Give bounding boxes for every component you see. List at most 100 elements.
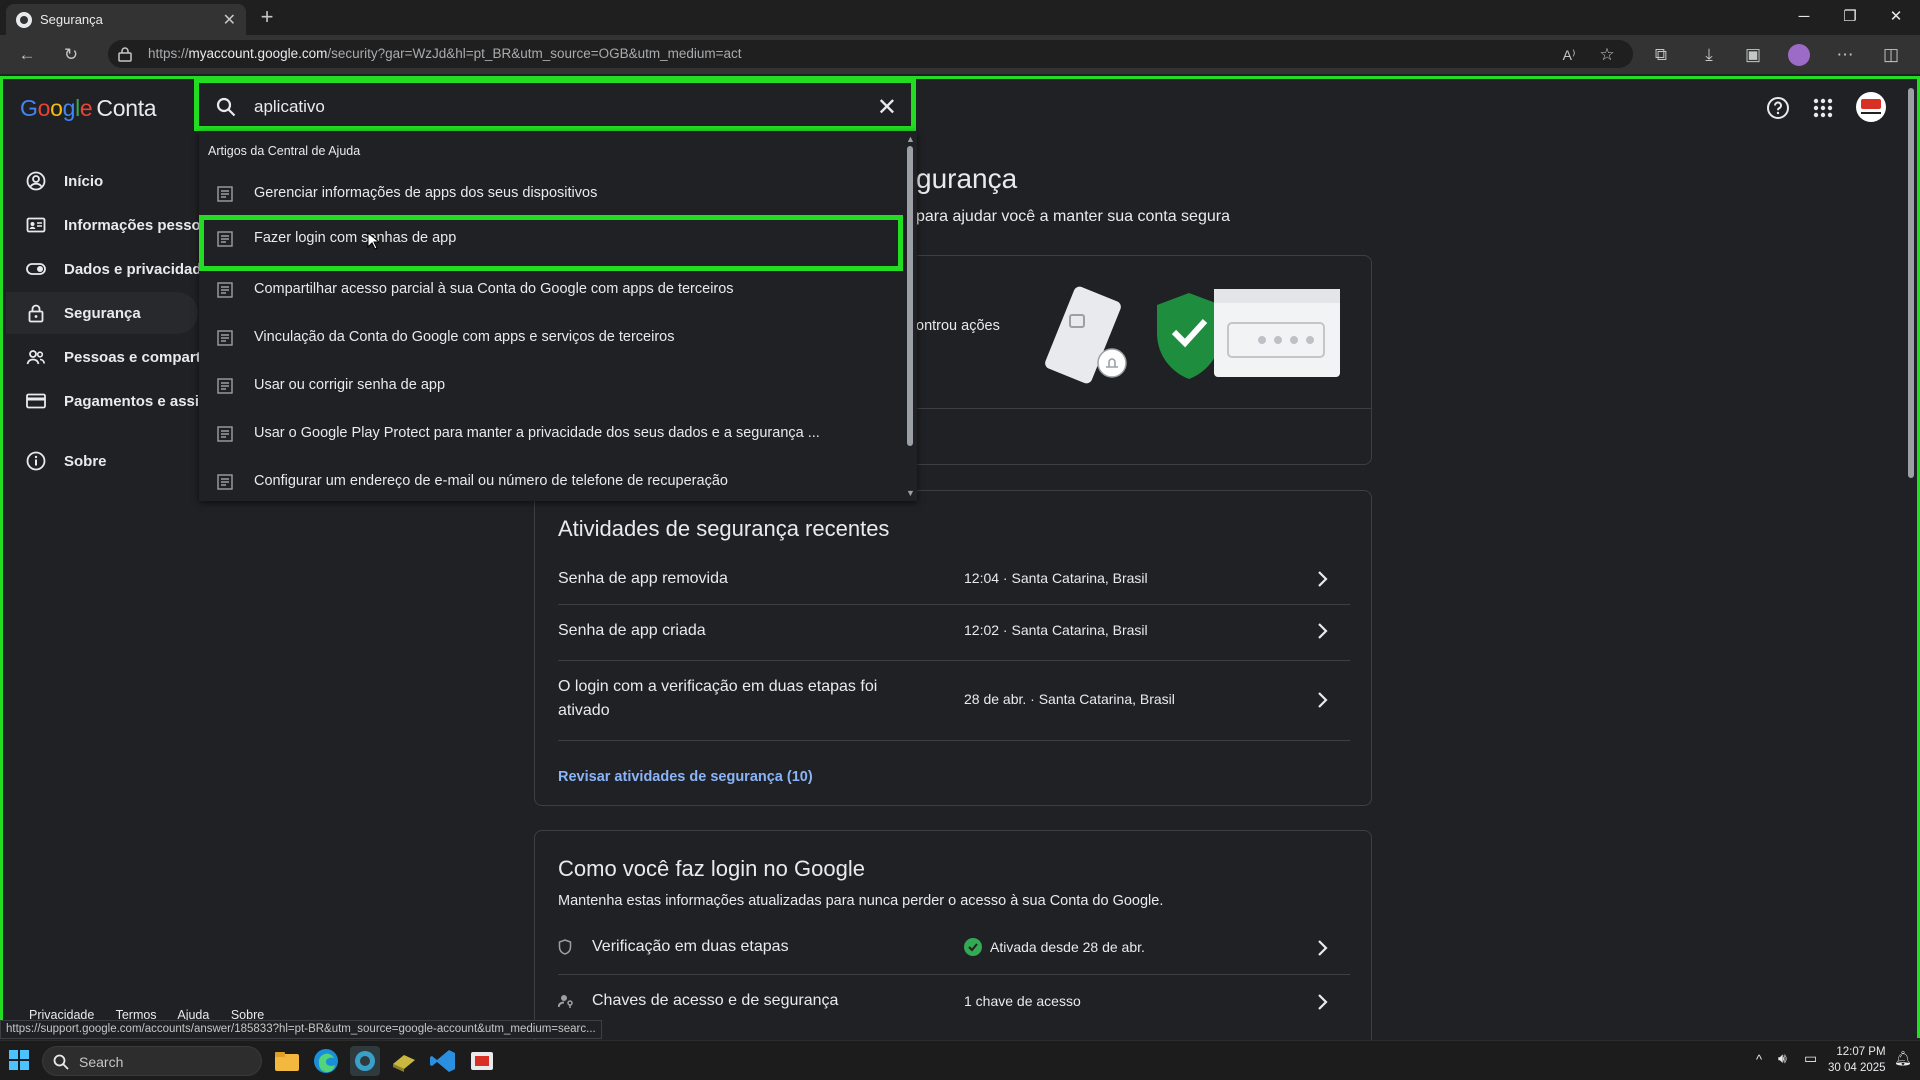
page-scrollbar[interactable] [1906,80,1916,1038]
search-input[interactable]: aplicativo ✕ [194,78,916,131]
recent-security-activity-card: Atividades de segurança recentes Senha d… [534,490,1372,806]
product-name: Conta [96,95,157,121]
sidebar-item-label: Informações pessoais [64,217,204,234]
page-title: gurança [916,163,1018,194]
signin-row-2-step-verification[interactable]: Verificação em duas etapas Ativada desde… [558,921,1350,975]
activity-meta: 12:02 · Santa Catarina, Brasil [964,622,1148,638]
logo-letter: o [37,95,51,121]
clear-search-icon[interactable]: ✕ [877,93,897,122]
extensions-icon[interactable]: ⧉ [1648,42,1674,68]
sidebar-item-label: Pagamentos e assinaturas [64,393,204,410]
toggle-icon [26,263,46,275]
taskbar-search[interactable]: Search [42,1046,262,1076]
clock-time: 12:07 PM [1836,1046,1886,1058]
sidebar-item-label: Dados e privacidade [64,261,204,278]
activity-label: O login com a verificação em duas etapas… [558,678,878,695]
page-subtitle: para ajudar você a manter sua conta segu… [916,208,1230,225]
sidebar-item-sobre[interactable]: Sobre [6,440,198,482]
minimize-button[interactable]: ─ [1784,4,1824,30]
edge-browser-icon[interactable] [311,1046,341,1076]
reload-icon[interactable]: ↻ [58,42,84,68]
activity-row-app-password-removed[interactable]: Senha de app removida 12:04 · Santa Cata… [558,555,1350,605]
tray-chevron-icon[interactable]: ^ [1756,1052,1762,1067]
google-favicon-icon [16,12,32,28]
sidebar-item-inicio[interactable]: Início [6,160,198,202]
activity-row-app-password-created[interactable]: Senha de app criada 12:02 · Santa Catari… [558,605,1350,661]
profile-avatar-icon[interactable] [1786,42,1812,68]
collections-icon[interactable]: ▣ [1740,42,1766,68]
site-info-lock-icon[interactable] [118,46,132,62]
new-tab-button[interactable]: + [254,4,280,30]
sidebar-item-pessoas-compartilhamento[interactable]: Pessoas e compartilhamento [6,336,204,378]
suggestion-item-highlighted[interactable]: Fazer login com senhas de app [199,215,903,271]
dropdown-scrollbar[interactable]: ▲ ▼ [905,134,915,498]
windows-start-icon[interactable] [9,1050,29,1070]
app-icon[interactable] [389,1046,419,1076]
search-query: aplicativo [254,97,325,116]
back-arrow-icon[interactable]: ← [14,42,40,68]
volume-icon[interactable]: 🔊︎ [1778,1050,1787,1067]
logo-letter: g [62,95,76,121]
favorite-star-icon[interactable]: ☆ [1594,42,1620,68]
activity-meta: 28 de abr. · Santa Catarina, Brasil [964,691,1175,707]
suggestion-item[interactable]: Vinculação da Conta do Google com apps e… [199,314,903,362]
passkey-icon [558,995,573,1008]
suggestion-item[interactable]: Configurar um endereço de e-mail ou núme… [199,458,903,501]
account-circle-icon [26,171,46,191]
suggestion-text: Fazer login com senhas de app [254,230,457,246]
read-aloud-icon[interactable]: A⁾ [1556,42,1582,68]
sidebar-toggle-icon[interactable]: ◫ [1878,42,1904,68]
url-text: https://myaccount.google.com/security?ga… [148,46,742,61]
suggestion-item[interactable]: Compartilhar acesso parcial à sua Conta … [199,266,903,314]
restore-button[interactable]: ❐ [1830,4,1870,30]
suggestion-item[interactable]: Usar o Google Play Protect para manter a… [199,410,903,458]
taskbar-clock[interactable]: 12:07 PM 30 04 2025 [1828,1044,1886,1076]
chevron-right-icon [1318,994,1328,1010]
app-window-icon[interactable] [467,1046,497,1076]
downloads-icon[interactable]: ⤓ [1696,42,1722,68]
search-icon [53,1054,69,1070]
article-icon [217,330,233,346]
edge-active-icon[interactable] [350,1046,380,1076]
google-account-logo[interactable]: Google Conta [20,95,157,122]
sidebar-item-seguranca[interactable]: Segurança [6,292,198,334]
id-card-icon [26,217,46,233]
people-icon [26,350,46,365]
suggestion-text: Gerenciar informações de apps dos seus d… [254,185,598,201]
info-icon [26,451,46,471]
sidebar-item-pagamentos[interactable]: Pagamentos e assinaturas [6,380,204,422]
card-title: Como você faz login no Google [558,856,865,881]
account-avatar[interactable] [1855,91,1887,123]
article-icon [217,282,233,298]
scroll-down-icon[interactable]: ▼ [906,488,915,498]
tab-close-icon[interactable]: ✕ [223,10,236,30]
chevron-right-icon [1318,692,1328,708]
signin-row-passkeys[interactable]: Chaves de acesso e de segurança 1 chave … [558,975,1350,1029]
search-suggestions-dropdown: Artigos da Central de Ajuda ▲ ▼ Gerencia… [199,131,917,501]
card-title: Atividades de segurança recentes [558,516,890,541]
help-icon[interactable] [1765,95,1791,121]
suggestion-text: Vinculação da Conta do Google com apps e… [254,329,675,345]
address-bar[interactable]: https://myaccount.google.com/security?ga… [108,40,1633,68]
file-explorer-icon[interactable] [272,1046,302,1076]
close-window-button[interactable]: ✕ [1876,4,1916,30]
review-security-activity-link[interactable]: Revisar atividades de segurança (10) [558,769,813,785]
more-menu-icon[interactable]: ⋯ [1832,42,1858,68]
scrollbar-thumb[interactable] [1908,88,1914,478]
browser-tab[interactable]: Segurança ✕ [6,4,246,35]
sidebar-item-dados-privacidade[interactable]: Dados e privacidade [6,248,204,290]
notification-bell-icon[interactable]: 🔔︎ [1894,1050,1912,1067]
scroll-up-icon[interactable]: ▲ [906,134,915,144]
chevron-right-icon [1318,571,1328,587]
apps-grid-icon[interactable] [1810,95,1836,121]
vscode-icon[interactable] [428,1046,458,1076]
signin-label: Chaves de acesso e de segurança [592,992,839,1009]
activity-row-2sv-enabled[interactable]: O login com a verificação em duas etapas… [558,661,1350,741]
dropdown-scrollbar-thumb[interactable] [907,146,913,446]
suggestion-item[interactable]: Gerenciar informações de apps dos seus d… [199,170,903,218]
how-you-sign-in-card: Como você faz login no Google Mantenha e… [534,830,1372,1050]
network-icon[interactable]: ▭ [1804,1050,1817,1067]
sidebar-item-label: Sobre [64,453,107,470]
sidebar-item-informacoes-pessoais[interactable]: Informações pessoais [6,204,204,246]
suggestion-item[interactable]: Usar ou corrigir senha de app [199,362,903,410]
